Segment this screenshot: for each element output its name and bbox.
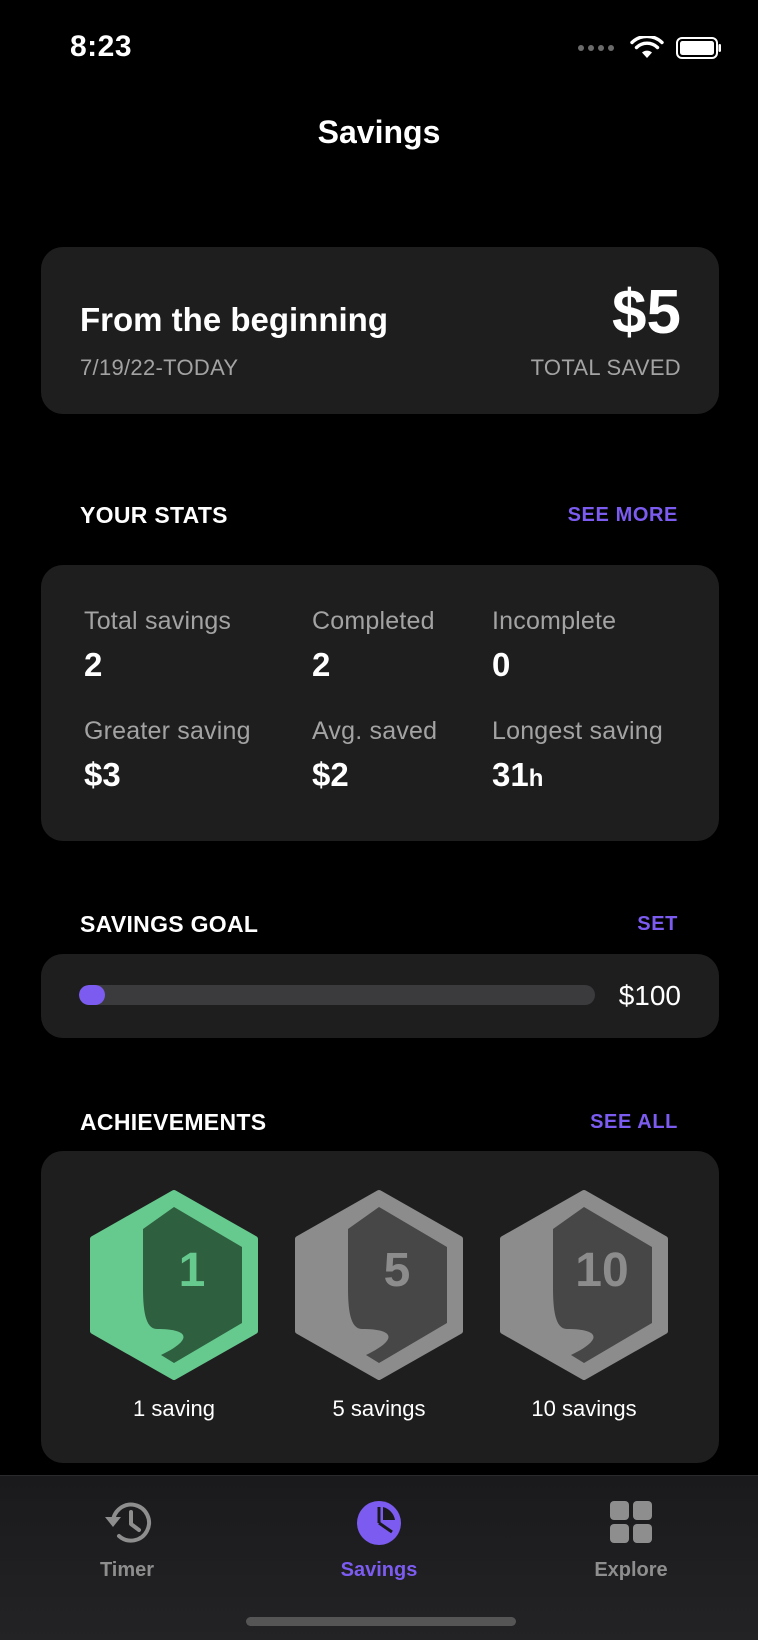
savings-goal-card: $100 — [41, 954, 719, 1038]
badge-number: 10 — [575, 1244, 628, 1297]
history-icon — [105, 1502, 151, 1543]
pie-chart-icon — [357, 1501, 401, 1545]
stat-label: Greater saving — [84, 717, 251, 745]
goal-section-header: SAVINGS GOAL SET — [80, 911, 678, 938]
tab-label: Timer — [99, 1559, 155, 1581]
goal-section-title: SAVINGS GOAL — [80, 911, 259, 937]
set-goal-button[interactable]: SET — [637, 913, 678, 936]
stat-greater-saving: Greater saving $3 — [84, 717, 251, 794]
stat-label: Completed — [312, 607, 435, 635]
see-more-button[interactable]: SEE MORE — [568, 504, 678, 527]
stat-value: $2 — [312, 756, 349, 793]
goal-progress-fill — [79, 985, 105, 1005]
hexagon-badge-icon: 5 — [295, 1190, 463, 1380]
tab-label: Savings — [340, 1559, 418, 1581]
goal-progress-track — [79, 985, 595, 1005]
period-title: From the beginning — [80, 301, 388, 338]
savings-screen: 8:23 Savings From the beginning 7/19/22-… — [0, 0, 758, 1640]
tab-timer[interactable]: Timer — [47, 1498, 207, 1582]
stat-value: $3 — [84, 756, 121, 793]
tab-bar: Timer Savings Explore — [0, 1475, 758, 1640]
total-saved-card: From the beginning 7/19/22-TODAY $5 TOTA… — [41, 247, 719, 414]
battery-icon — [676, 37, 721, 59]
total-saved-amount: $5 — [612, 278, 681, 347]
tab-explore[interactable]: Explore — [551, 1498, 711, 1582]
stat-label: Incomplete — [492, 607, 617, 635]
page-title: Savings — [317, 114, 441, 150]
achievements-section-header: ACHIEVEMENTS SEE ALL — [80, 1109, 678, 1136]
stat-longest-saving: Longest saving 31h — [492, 717, 663, 794]
grid-icon — [610, 1501, 652, 1543]
stat-value: 2 — [84, 646, 103, 683]
badge-caption: 5 savings — [332, 1396, 426, 1421]
achievement-badge-1[interactable]: 1 1 saving — [89, 1189, 259, 1422]
stat-incomplete: Incomplete 0 — [492, 607, 616, 684]
stat-value: 0 — [492, 646, 511, 683]
stat-label: Longest saving — [492, 717, 663, 745]
home-indicator — [246, 1617, 516, 1626]
stats-section-header: YOUR STATS SEE MORE — [80, 502, 678, 529]
badge-number: 1 — [179, 1244, 206, 1297]
achievements-section-title: ACHIEVEMENTS — [80, 1109, 267, 1135]
stats-section-title: YOUR STATS — [80, 502, 228, 528]
stat-unit: h — [528, 765, 544, 792]
tab-savings[interactable]: Savings — [299, 1498, 459, 1582]
stat-completed: Completed 2 — [312, 607, 435, 684]
stat-avg-saved: Avg. saved $2 — [312, 717, 437, 794]
status-icons — [578, 36, 722, 60]
see-all-button[interactable]: SEE ALL — [590, 1111, 678, 1134]
goal-amount: $100 — [618, 980, 681, 1011]
stat-value: 2 — [312, 646, 331, 683]
tab-label: Explore — [594, 1559, 668, 1581]
achievement-badge-10[interactable]: 10 10 savings — [499, 1189, 669, 1422]
achievement-badge-5[interactable]: 5 5 savings — [294, 1189, 464, 1422]
hexagon-badge-icon: 10 — [500, 1190, 668, 1380]
period-date-range: 7/19/22-TODAY — [80, 355, 239, 380]
signal-dots-icon — [578, 45, 614, 51]
status-time: 8:23 — [70, 30, 133, 63]
hexagon-badge-icon: 1 — [90, 1190, 258, 1380]
wifi-icon — [630, 36, 664, 58]
stat-label: Avg. saved — [312, 717, 438, 745]
badge-caption: 10 savings — [531, 1396, 637, 1421]
stat-value: 31h — [492, 756, 544, 793]
badge-number: 5 — [384, 1244, 411, 1297]
stat-label: Total savings — [84, 607, 232, 635]
stat-total-savings: Total savings 2 — [84, 607, 231, 684]
stats-card: Total savings 2 Completed 2 Incomplete 0… — [41, 565, 719, 841]
badge-caption: 1 saving — [133, 1396, 215, 1421]
achievements-card: 1 1 saving 5 5 savings 10 10 savings — [41, 1151, 719, 1463]
total-saved-label: TOTAL SAVED — [530, 355, 681, 380]
